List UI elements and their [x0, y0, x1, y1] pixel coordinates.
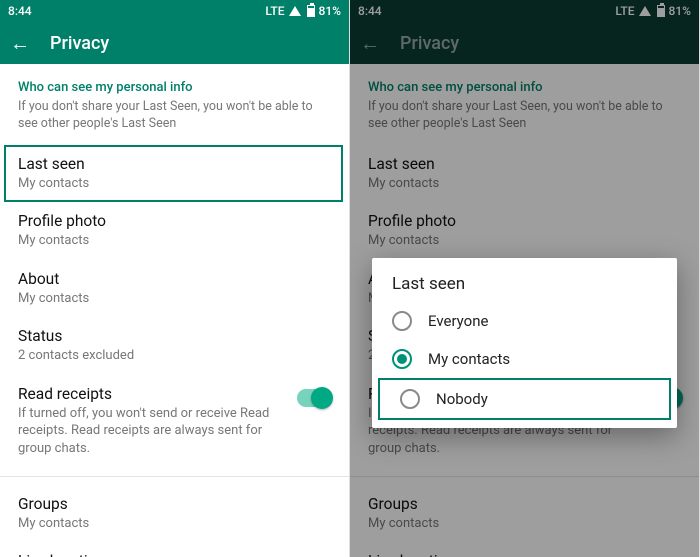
setting-about[interactable]: About My contacts [0, 260, 349, 318]
signal-icon [289, 6, 301, 16]
read-receipts-toggle[interactable] [297, 389, 331, 407]
divider [0, 476, 349, 477]
setting-sub: My contacts [18, 515, 331, 533]
setting-sub: 2 contacts excluded [18, 347, 331, 365]
setting-title: Groups [368, 495, 681, 513]
setting-title: Status [18, 327, 331, 345]
screen-right: 8:44 LTE 81% ← Privacy Who can see my pe… [350, 0, 700, 557]
setting-profile-photo[interactable]: Profile photo My contacts [0, 202, 349, 260]
setting-sub: My contacts [368, 175, 681, 193]
page-title: Privacy [50, 33, 109, 54]
setting-live-location[interactable]: Live location None [350, 542, 699, 557]
setting-title: About [18, 270, 331, 288]
setting-live-location[interactable]: Live location [0, 542, 349, 557]
setting-sub: My contacts [18, 175, 329, 193]
option-my-contacts[interactable]: My contacts [372, 340, 677, 378]
option-label: My contacts [428, 350, 510, 368]
setting-profile-photo[interactable]: Profile photo My contacts [350, 202, 699, 260]
dialog-title: Last seen [372, 274, 677, 302]
setting-sub: My contacts [368, 232, 681, 250]
app-bar: ← Privacy [350, 22, 699, 64]
radio-icon [392, 349, 412, 369]
setting-title: Groups [18, 495, 331, 513]
signal-icon [639, 6, 651, 16]
status-bar: 8:44 LTE 81% [350, 0, 699, 22]
setting-groups[interactable]: Groups My contacts [0, 485, 349, 543]
section-header: Who can see my personal info [350, 76, 699, 97]
setting-sub: My contacts [18, 290, 331, 308]
clock: 8:44 [8, 4, 265, 18]
status-bar: 8:44 LTE 81% [0, 0, 349, 22]
network-label: LTE [615, 4, 634, 18]
radio-icon [400, 389, 420, 409]
option-everyone[interactable]: Everyone [372, 302, 677, 340]
back-arrow-icon[interactable]: ← [8, 33, 32, 53]
section-note: If you don't share your Last Seen, you w… [0, 97, 349, 145]
setting-read-receipts[interactable]: Read receipts If turned off, you won't s… [0, 375, 349, 468]
setting-sub: My contacts [18, 232, 331, 250]
clock: 8:44 [358, 4, 615, 18]
back-arrow-icon[interactable]: ← [358, 33, 382, 53]
setting-status[interactable]: Status 2 contacts excluded [0, 317, 349, 375]
battery-icon [307, 5, 315, 17]
setting-title: Read receipts [18, 385, 289, 403]
setting-title: Profile photo [18, 212, 331, 230]
settings-list[interactable]: Who can see my personal info If you don'… [0, 64, 349, 557]
setting-sub: My contacts [368, 515, 681, 533]
setting-title: Live location [18, 552, 331, 557]
setting-groups[interactable]: Groups My contacts [350, 485, 699, 543]
battery-icon [657, 5, 665, 17]
setting-last-seen[interactable]: Last seen My contacts [4, 145, 343, 203]
setting-last-seen[interactable]: Last seen My contacts [350, 145, 699, 203]
setting-title: Last seen [368, 155, 681, 173]
network-label: LTE [265, 4, 284, 18]
setting-sub: If turned off, you won't send or receive… [18, 405, 289, 458]
setting-title: Profile photo [368, 212, 681, 230]
battery-percent: 81% [319, 4, 341, 18]
option-label: Everyone [428, 312, 488, 330]
divider [350, 476, 699, 477]
page-title: Privacy [400, 33, 459, 54]
last-seen-dialog: Last seen Everyone My contacts Nobody [372, 258, 677, 428]
screen-left: 8:44 LTE 81% ← Privacy Who can see my pe… [0, 0, 350, 557]
option-nobody[interactable]: Nobody [380, 380, 669, 418]
option-nobody-highlight: Nobody [378, 378, 671, 420]
setting-title: Last seen [18, 155, 329, 173]
option-label: Nobody [436, 390, 488, 408]
app-bar: ← Privacy [0, 22, 349, 64]
battery-percent: 81% [669, 4, 691, 18]
section-header: Who can see my personal info [0, 76, 349, 97]
setting-title: Live location [368, 552, 681, 557]
radio-icon [392, 311, 412, 331]
section-note: If you don't share your Last Seen, you w… [350, 97, 699, 145]
